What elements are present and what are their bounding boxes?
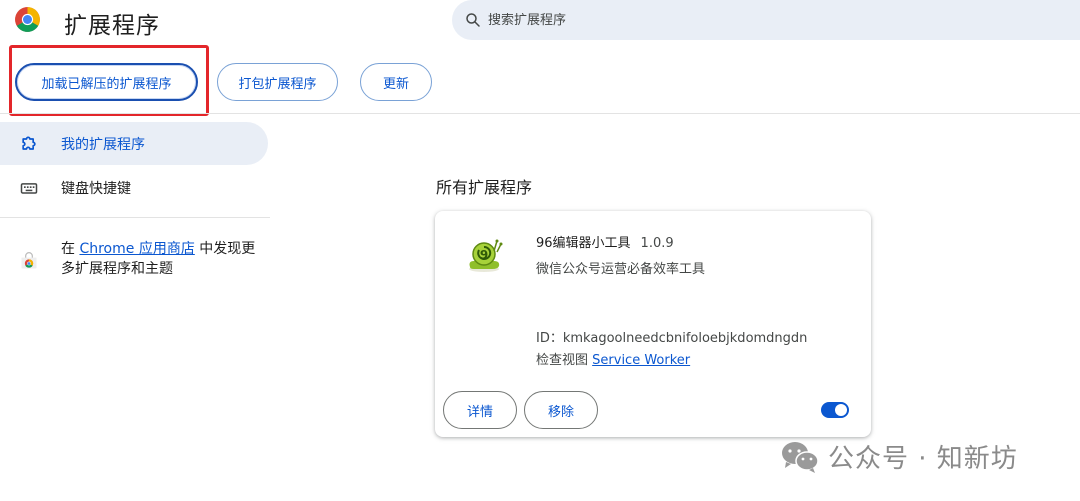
inspect-views: 检查视图 Service Worker [536, 349, 690, 368]
extension-name-text: 96编辑器小工具 [536, 236, 631, 251]
details-button[interactable]: 详情 [443, 391, 517, 429]
sidebar-item-label: 键盘快捷键 [61, 180, 131, 197]
store-prefix: 在 [61, 241, 75, 257]
page-title: 扩展程序 [64, 13, 160, 39]
chrome-web-store-link[interactable]: Chrome 应用商店 [79, 241, 194, 257]
load-unpacked-button[interactable]: 加载已解压的扩展程序 [15, 63, 198, 101]
remove-button[interactable]: 移除 [524, 391, 598, 429]
extension-id-label: ID： [536, 331, 563, 346]
snail-extension-icon: 9 [469, 239, 503, 272]
extension-card: 9 96编辑器小工具 1.0.9 微信公众号运营必备效率工具 ID：kmkagoo… [435, 211, 871, 437]
extension-puzzle-icon [17, 132, 41, 156]
sidebar-item-keyboard-shortcuts[interactable]: 键盘快捷键 [0, 166, 268, 209]
extension-id-value: kmkagoolneedcbnifoloebjkdomdngdn [562, 331, 808, 346]
section-title: 所有扩展程序 [436, 178, 533, 197]
extension-id: ID：kmkagoolneedcbnifoloebjkdomdngdn [536, 327, 807, 346]
search-input[interactable] [488, 12, 988, 28]
pack-extension-button[interactable]: 打包扩展程序 [217, 63, 338, 101]
toolbar-divider [0, 113, 1080, 114]
chrome-web-store-icon [21, 252, 37, 269]
chrome-logo-icon [15, 7, 40, 32]
keyboard-icon [17, 176, 41, 200]
watermark-text: 公众号 · 知新坊 [828, 444, 1018, 474]
enable-toggle[interactable] [821, 402, 849, 418]
search-bar[interactable] [452, 0, 1080, 40]
extension-name: 96编辑器小工具 1.0.9 [536, 232, 674, 251]
sidebar-item-label: 我的扩展程序 [61, 136, 145, 153]
sidebar-item-my-extensions[interactable]: 我的扩展程序 [0, 122, 268, 165]
service-worker-link[interactable]: Service Worker [592, 353, 690, 368]
svg-text:9: 9 [480, 248, 488, 262]
watermark: 公众号 · 知新坊 [780, 438, 1018, 475]
extension-version: 1.0.9 [640, 236, 674, 251]
web-store-promo: 在 Chrome 应用商店 中发现更多扩展程序和主题 [61, 239, 261, 279]
inspect-label: 检查视图 [536, 353, 589, 368]
extension-description: 微信公众号运营必备效率工具 [536, 262, 706, 277]
update-button[interactable]: 更新 [360, 63, 432, 101]
wechat-icon [782, 441, 819, 473]
sidebar-divider [0, 217, 270, 218]
toggle-knob [835, 404, 847, 416]
search-icon [466, 13, 480, 27]
